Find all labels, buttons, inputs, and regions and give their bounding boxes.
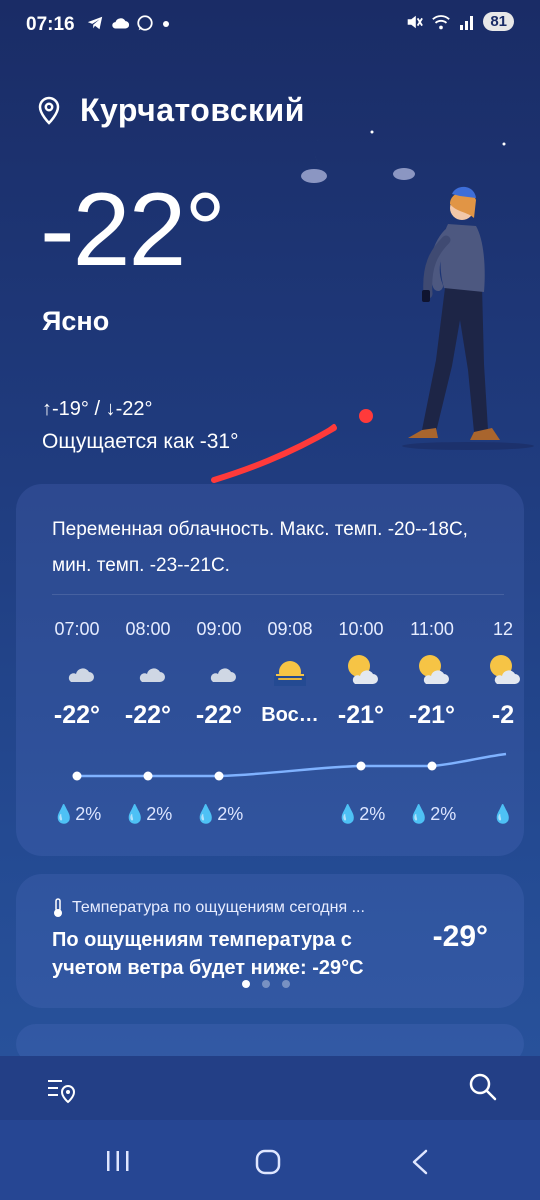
raindrop-icon: 💧 (407, 804, 431, 824)
crescent-moon-icon (314, 136, 344, 170)
hourly-forecast-card[interactable]: Переменная облачность. Макс. темп. -20--… (16, 484, 524, 856)
page-indicator[interactable] (242, 980, 290, 988)
whatsapp-icon (137, 15, 153, 31)
feels-like-card[interactable]: Температура по ощущениям сегодня ... По … (16, 874, 524, 1008)
sun-cloud-icon (490, 655, 520, 684)
page-dot[interactable] (242, 980, 250, 988)
signal-icon (460, 15, 474, 30)
divider (52, 594, 504, 595)
feels-card-body: По ощущениям температура с учетом ветра … (52, 929, 364, 979)
telegram-icon (87, 16, 103, 30)
status-bar: 07:16 81 (0, 0, 540, 52)
graph-point (143, 771, 153, 781)
thermometer-icon (54, 898, 62, 917)
hour-precip: 💧2% (194, 804, 244, 824)
hour-temp: -2 (491, 701, 515, 729)
mute-icon (408, 15, 424, 28)
graph-point (427, 761, 437, 771)
page-dot[interactable] (282, 980, 290, 988)
raindrop-icon: 💧 (491, 804, 515, 824)
forecast-summary: Переменная облачность. Макс. темп. -20--… (52, 519, 468, 576)
min-max-temperature: ↑-19° / ↓-22° (42, 398, 153, 420)
city-name: Курчатовский (80, 92, 305, 128)
battery-indicator: 81 (483, 12, 514, 31)
hour-precip: 💧 (458, 804, 524, 825)
hour-time: 12 (492, 619, 514, 639)
raindrop-icon: 💧 (194, 804, 218, 824)
wifi-icon (432, 14, 451, 29)
night-illustration (301, 130, 534, 450)
graph-point (214, 771, 224, 781)
location-header[interactable]: Курчатовский (36, 92, 305, 129)
moon-cloud-icon (65, 658, 94, 682)
walking-person-figure (408, 186, 500, 440)
bottom-app-bar (0, 1056, 540, 1120)
sun-cloud-icon (419, 655, 449, 684)
raindrop-icon: 💧 (123, 804, 147, 824)
feels-card-title: Температура по ощущениям сегодня ... (52, 898, 365, 918)
hourly-scroller[interactable]: 07:00 -22° 💧2% 08:00 -22° 💧2% 09:00 -22°… (16, 614, 524, 854)
recent-apps-icon[interactable] (104, 1148, 132, 1174)
cloud-icon (112, 18, 130, 29)
hour-item: 12 -2 💧 (458, 614, 524, 824)
moon-cloud-icon (207, 658, 236, 682)
page-dot[interactable] (262, 980, 270, 988)
status-time: 07:16 (26, 14, 75, 35)
raindrop-icon: 💧 (336, 804, 360, 824)
back-icon[interactable] (408, 1148, 432, 1176)
current-condition: Ясно (42, 306, 110, 336)
home-icon[interactable] (254, 1148, 282, 1176)
graph-point (356, 761, 366, 771)
graph-point (72, 771, 82, 781)
location-pin-icon (38, 96, 60, 125)
raindrop-icon: 💧 (52, 804, 76, 824)
manage-locations-icon[interactable] (46, 1072, 78, 1104)
search-icon[interactable] (468, 1072, 498, 1102)
temperature-graph (72, 752, 507, 781)
dot-icon (163, 21, 169, 27)
system-icons: 81 (405, 12, 514, 31)
current-temperature: -22° (40, 172, 226, 288)
moon-cloud-icon (136, 658, 165, 682)
feels-card-temp: -29° (432, 920, 488, 953)
sun-cloud-icon (348, 655, 378, 684)
sunrise-icon (274, 661, 306, 686)
notification-icons (86, 14, 172, 32)
system-nav-bar (0, 1120, 540, 1200)
